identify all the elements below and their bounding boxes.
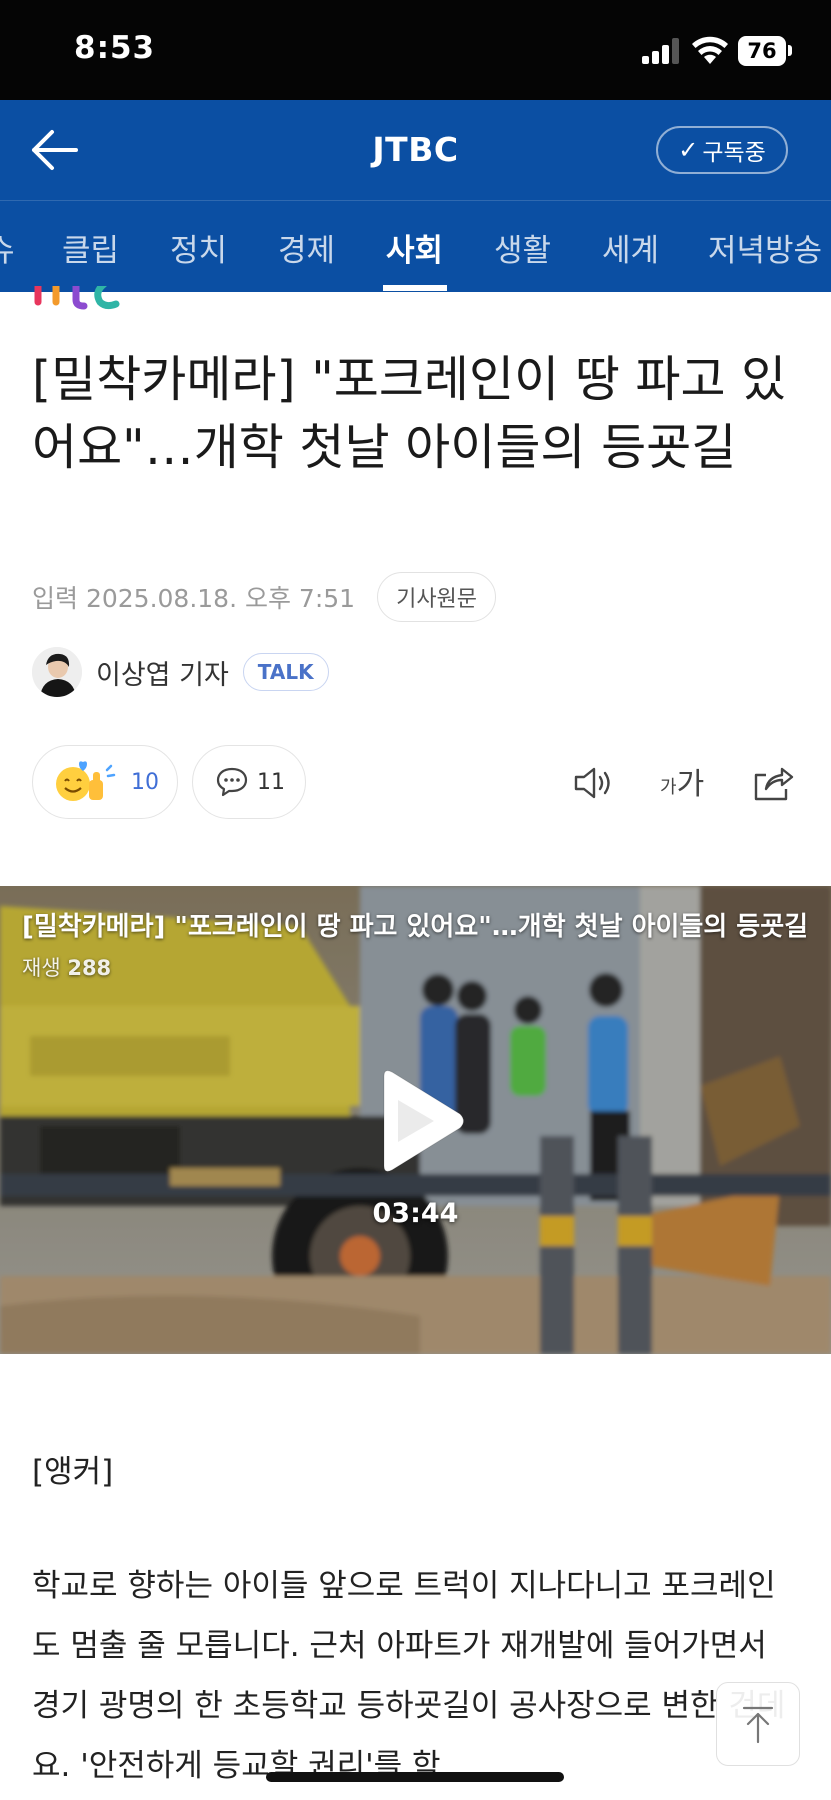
article-body-paragraph: 학교로 향하는 아이들 앞으로 트럭이 지나다니고 포크레인도 멈출 줄 모릅니… xyxy=(32,1568,786,1784)
cellular-signal-icon xyxy=(642,38,682,64)
reaction-count: 10 xyxy=(131,769,159,795)
subscribe-label: 구독중 xyxy=(702,140,766,166)
reaction-button[interactable]: 10 xyxy=(32,745,178,819)
battery-icon: 76 xyxy=(738,36,786,66)
tab-society[interactable]: 사회 xyxy=(386,225,443,270)
talk-button[interactable]: TALK xyxy=(242,653,329,691)
video-duration: 03:44 xyxy=(372,1198,459,1229)
active-tab-underline xyxy=(383,285,447,291)
arrow-up-icon xyxy=(742,1706,774,1744)
tab-clip[interactable]: 클립 xyxy=(62,225,119,270)
speaker-icon xyxy=(574,767,610,799)
comment-count: 11 xyxy=(257,769,285,795)
play-button[interactable] xyxy=(372,1066,468,1176)
video-views: 재생 288 xyxy=(22,952,111,982)
jtbc-logo xyxy=(34,286,120,316)
comment-button[interactable]: 11 xyxy=(192,745,306,819)
video-views-count: 288 xyxy=(67,956,112,980)
font-size-small-glyph: 가 xyxy=(660,777,677,798)
tab-life[interactable]: 생활 xyxy=(494,225,551,270)
home-indicator[interactable] xyxy=(266,1772,564,1782)
article-headline: [밀착카메라] "포크레인이 땅 파고 있어요"…개학 첫날 아이들의 등굣길 xyxy=(32,351,787,476)
scroll-to-top-button[interactable] xyxy=(716,1682,800,1766)
wifi-icon xyxy=(690,34,730,66)
video-title: [밀착카메라] "포크레인이 땅 파고 있어요"…개학 첫날 아이들의 등굣길 xyxy=(22,912,809,942)
battery-tip xyxy=(788,45,792,56)
tab-economy[interactable]: 경제 xyxy=(278,225,335,270)
status-bar: 8:53 76 xyxy=(0,0,831,100)
share-button[interactable] xyxy=(750,763,794,803)
original-article-button[interactable]: 기사원문 xyxy=(377,572,497,622)
reporter-name[interactable]: 이상엽 기자 xyxy=(96,653,229,692)
reporter-info: 이상엽 기자 TALK xyxy=(32,646,329,698)
tab-politics[interactable]: 정치 xyxy=(170,225,227,270)
subscribe-button[interactable]: ✓ 구독중 xyxy=(656,126,788,174)
video-views-label: 재생 xyxy=(22,956,61,980)
reporter-avatar[interactable] xyxy=(32,647,82,697)
anchor-label: [앵커] xyxy=(32,1454,114,1490)
tab-prev-partial[interactable]: 슈 xyxy=(0,225,15,270)
play-icon xyxy=(383,1070,464,1172)
published-date: 입력 2025.08.18. 오후 7:51 xyxy=(32,584,356,613)
app-header: JTBC ✓ 구독중 xyxy=(0,100,831,378)
article-actions: 10 11 가 가 xyxy=(32,745,802,819)
tab-evening-broadcast[interactable]: 저녁방송 xyxy=(708,225,822,270)
reaction-emoji-icon xyxy=(56,761,116,801)
font-size-button[interactable]: 가 가 xyxy=(660,763,712,803)
tts-speaker-button[interactable] xyxy=(572,763,616,803)
check-icon: ✓ xyxy=(678,136,699,164)
comment-bubble-icon xyxy=(216,767,248,797)
tab-world[interactable]: 세계 xyxy=(602,225,659,270)
video-player[interactable]: [밀착카메라] "포크레인이 땅 파고 있어요"…개학 첫날 아이들의 등굣길 … xyxy=(0,886,831,1354)
status-time: 8:53 xyxy=(74,30,156,66)
share-icon xyxy=(754,767,794,801)
font-size-large-glyph: 가 xyxy=(676,767,705,802)
article-meta: 입력 2025.08.18. 오후 7:51 기사원문 xyxy=(32,572,497,622)
category-nav: 슈 클립 정치 경제 사회 생활 세계 저녁방송 xyxy=(0,200,831,292)
